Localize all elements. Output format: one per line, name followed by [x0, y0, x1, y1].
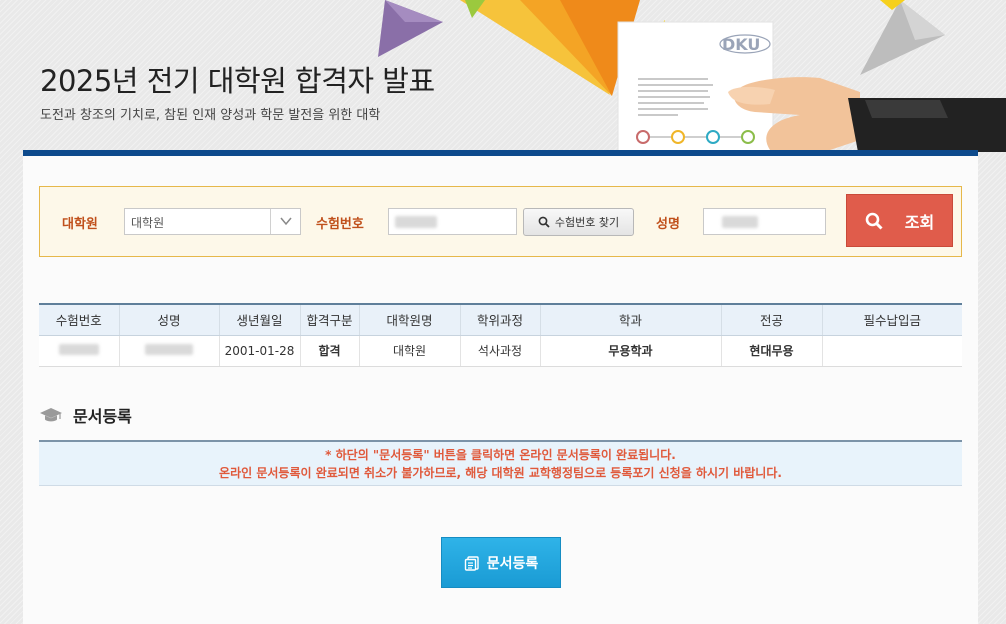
- name-input[interactable]: [703, 208, 826, 235]
- redacted-exam-no: [58, 343, 99, 355]
- documents-section-title: 문서등록: [39, 403, 132, 427]
- col-header-graduate: 대학원명: [359, 303, 461, 336]
- cell-exam-no: [39, 335, 120, 367]
- col-header-fee: 필수납입금: [822, 303, 962, 336]
- cell-result: 합격: [300, 335, 360, 367]
- redacted-name: [145, 343, 193, 355]
- cell-birth: 2001-01-28: [219, 335, 301, 367]
- graduate-label: 대학원: [62, 217, 98, 232]
- col-header-name: 성명: [119, 303, 220, 336]
- name-label: 성명: [656, 217, 680, 232]
- cell-graduate: 대학원: [359, 335, 461, 367]
- search-icon: [538, 216, 550, 228]
- result-table: 수험번호 성명 생년월일 합격구분 대학원명 학위과정 학과 전공 필수납입금 …: [39, 303, 962, 367]
- search-icon: [865, 212, 883, 230]
- search-panel: 대학원 대학원 수험번호 수험번호 찾기 성명 조회: [39, 186, 962, 257]
- documents-section-label: 문서등록: [73, 407, 132, 426]
- col-header-major: 전공: [721, 303, 823, 336]
- page-subtitle: 도전과 창조의 기치로, 참된 인재 양성과 학문 발전을 위한 대학: [40, 108, 381, 123]
- register-documents-button[interactable]: 문서등록: [441, 537, 561, 588]
- register-documents-label: 문서등록: [486, 555, 539, 572]
- redacted-exam-no: [395, 216, 437, 228]
- cell-degree: 석사과정: [460, 335, 541, 367]
- graduation-cap-icon: [40, 408, 62, 422]
- col-header-result: 합격구분: [300, 303, 360, 336]
- graduate-select[interactable]: 대학원: [124, 208, 301, 235]
- table-header-row: 수험번호 성명 생년월일 합격구분 대학원명 학위과정 학과 전공 필수납입금: [39, 303, 962, 336]
- query-button-label: 조회: [904, 212, 935, 232]
- notice-line-2: 온라인 문서등록이 완료되면 취소가 불가하므로, 해당 대학원 교학행정팀으로…: [219, 466, 782, 480]
- find-exam-no-label: 수험번호 찾기: [554, 216, 620, 229]
- exam-no-label: 수험번호: [316, 217, 364, 232]
- cell-major: 현대무용: [721, 335, 823, 367]
- document-icon: [464, 555, 479, 571]
- col-header-birth: 생년월일: [219, 303, 301, 336]
- redacted-name: [722, 216, 758, 228]
- cell-fee: [822, 335, 962, 367]
- chevron-down-icon[interactable]: [270, 209, 300, 234]
- table-row: 2001-01-28 합격 대학원 석사과정 무용학과 현대무용: [39, 335, 962, 367]
- query-button[interactable]: 조회: [846, 194, 953, 247]
- col-header-exam-no: 수험번호: [39, 303, 120, 336]
- exam-no-input[interactable]: [388, 208, 517, 235]
- find-exam-no-button[interactable]: 수험번호 찾기: [523, 208, 634, 236]
- notice-box: * 하단의 "문서등록" 버튼을 클릭하면 온라인 문서등록이 완료됩니다. 온…: [39, 440, 962, 486]
- cell-department: 무용학과: [540, 335, 722, 367]
- page-title: 2025년 전기 대학원 합격자 발표: [40, 64, 435, 98]
- page-header: DKU 2025년 전기 대학원 합격자 발표 도전과 창조의 기치로, 참된 …: [0, 0, 1006, 152]
- notice-line-1: * 하단의 "문서등록" 버튼을 클릭하면 온라인 문서등록이 완료됩니다.: [325, 448, 676, 462]
- cell-name: [119, 335, 220, 367]
- graduate-select-value: 대학원: [131, 216, 165, 230]
- col-header-department: 학과: [540, 303, 722, 336]
- col-header-degree: 학위과정: [460, 303, 541, 336]
- main-card: 대학원 대학원 수험번호 수험번호 찾기 성명 조회 수험번호 성명 생년월일 …: [23, 150, 978, 624]
